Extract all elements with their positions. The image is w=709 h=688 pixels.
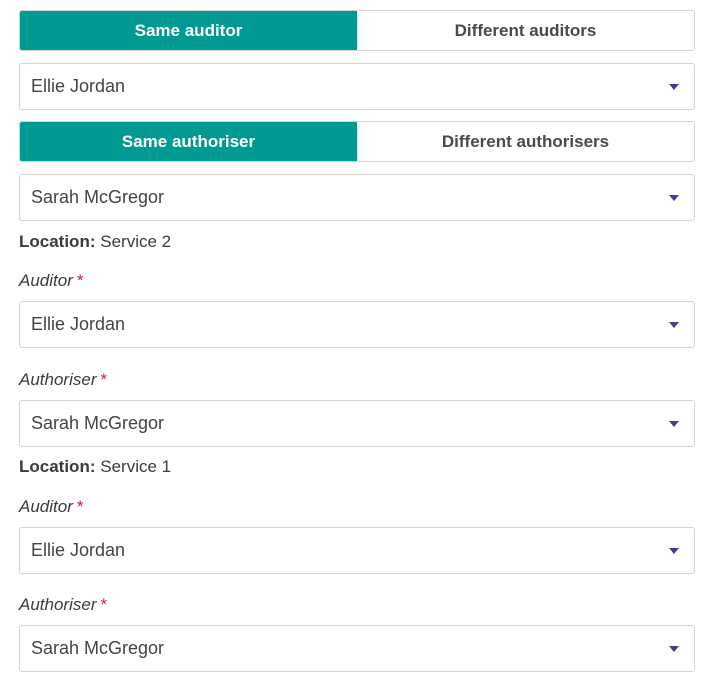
location-authoriser-select[interactable]: Sarah McGregor [19, 625, 695, 672]
authoriser-label-text: Authoriser [19, 370, 97, 389]
required-marker: * [100, 370, 108, 389]
different-auditors-button[interactable]: Different auditors [357, 11, 694, 50]
authoriser-label: Authoriser * [19, 595, 107, 615]
location-heading: Location: Service 1 [19, 457, 171, 477]
auditor-select[interactable]: Ellie Jordan [19, 63, 695, 110]
chevron-down-icon [669, 194, 679, 201]
auditor-select-value: Ellie Jordan [31, 76, 126, 96]
auditor-label-text: Auditor [19, 497, 73, 516]
location-name: Service 1 [100, 457, 172, 476]
authoriser-label-text: Authoriser [19, 595, 97, 614]
location-authoriser-value: Sarah McGregor [31, 413, 165, 433]
location-auditor-select[interactable]: Ellie Jordan [19, 301, 695, 348]
authoriser-label: Authoriser * [19, 370, 107, 390]
location-authoriser-value: Sarah McGregor [31, 638, 165, 658]
location-auditor-select[interactable]: Ellie Jordan [19, 527, 695, 574]
required-marker: * [76, 497, 84, 516]
location-name: Service 2 [100, 232, 172, 251]
location-prefix: Location: [19, 457, 96, 476]
same-auditor-button[interactable]: Same auditor [20, 11, 357, 50]
same-authoriser-button[interactable]: Same authoriser [20, 122, 357, 161]
location-prefix: Location: [19, 232, 96, 251]
authoriser-select-value: Sarah McGregor [31, 187, 165, 207]
chevron-down-icon [669, 547, 679, 554]
auditor-label: Auditor * [19, 271, 84, 291]
chevron-down-icon [669, 645, 679, 652]
location-auditor-value: Ellie Jordan [31, 540, 126, 560]
chevron-down-icon [669, 420, 679, 427]
location-authoriser-select[interactable]: Sarah McGregor [19, 400, 695, 447]
chevron-down-icon [669, 321, 679, 328]
authoriser-mode-toggle: Same authoriser Different authorisers [19, 121, 695, 162]
chevron-down-icon [669, 83, 679, 90]
auditor-label: Auditor * [19, 497, 84, 517]
auditor-label-text: Auditor [19, 271, 73, 290]
required-marker: * [76, 271, 84, 290]
authoriser-select[interactable]: Sarah McGregor [19, 174, 695, 221]
location-auditor-value: Ellie Jordan [31, 314, 126, 334]
required-marker: * [100, 595, 108, 614]
different-authorisers-button[interactable]: Different authorisers [357, 122, 694, 161]
auditor-mode-toggle: Same auditor Different auditors [19, 10, 695, 51]
location-heading: Location: Service 2 [19, 232, 171, 252]
